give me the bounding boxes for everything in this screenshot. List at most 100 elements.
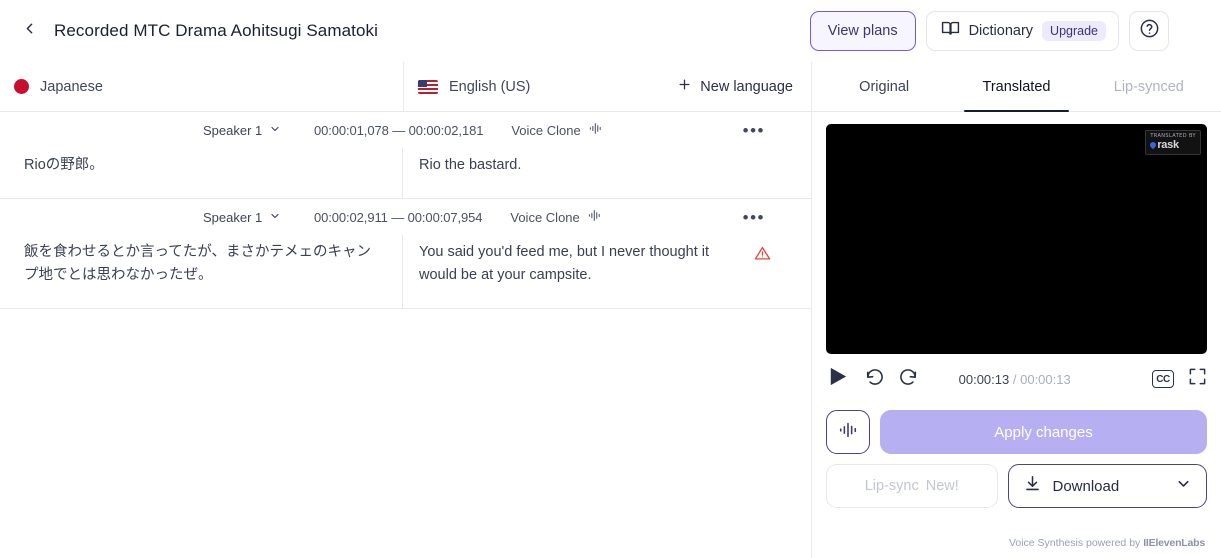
new-language-label: New language — [700, 78, 793, 95]
view-plans-label: View plans — [827, 23, 898, 39]
chevron-down-icon — [269, 123, 281, 138]
total-time: 00:00:13 — [1020, 371, 1071, 387]
forward-icon — [898, 367, 918, 392]
segment-target-text[interactable]: Rio the bastard. — [419, 154, 771, 176]
play-button[interactable] — [826, 364, 849, 394]
forward-button[interactable] — [898, 367, 918, 392]
download-icon — [1023, 474, 1042, 498]
segment-target-cell: Rio the bastard. — [403, 148, 811, 198]
voice-clone-button[interactable]: Voice Clone — [511, 122, 602, 138]
transcript-panel: Japanese English (US) New language Speak… — [0, 62, 812, 558]
source-language-selector[interactable]: Japanese — [0, 62, 403, 111]
time-divider: / — [1012, 371, 1017, 387]
speaker-label: Speaker 1 — [203, 209, 263, 225]
segment-source-text[interactable]: Rioの野郎。 — [0, 148, 403, 199]
segment-source-text[interactable]: 飯を食わせるとか言ってたが、まさかテメェのキャンプ地でとは思わなかったぜ。 — [0, 235, 403, 309]
app-body: Japanese English (US) New language Speak… — [0, 62, 1221, 558]
flag-japan-icon — [14, 79, 29, 94]
closed-captions-button[interactable]: CC — [1151, 370, 1174, 388]
apply-changes-button[interactable]: Apply changes — [880, 410, 1207, 454]
apply-changes-label: Apply changes — [994, 423, 1093, 441]
dictionary-label: Dictionary — [968, 23, 1034, 39]
segment-target-text[interactable]: You said you'd feed me, but I never thou… — [419, 241, 744, 286]
voice-clone-label: Voice Clone — [510, 209, 580, 225]
download-label: Download — [1052, 477, 1120, 495]
fullscreen-icon — [1188, 367, 1207, 391]
preview-actions: Apply changes Lip-sync New! Download — [812, 404, 1221, 508]
chevron-down-icon[interactable] — [1175, 475, 1192, 497]
player-controls: 00:00:13 / 00:00:13 CC — [812, 354, 1221, 404]
book-icon — [941, 19, 960, 43]
plus-icon — [677, 77, 692, 96]
app-root: Recorded MTC Drama Aohitsugi Samatoki Vi… — [0, 0, 1221, 558]
segment-meta: Speaker 1 00:00:01,078 — 00:00:02,181 Vo… — [0, 112, 811, 148]
watermark-brand-label: rask — [1157, 138, 1179, 151]
video-player: TRANSLATED BY rask — [812, 112, 1221, 354]
segment-more-button[interactable]: ••• — [743, 209, 797, 226]
powered-by-note: Voice Synthesis powered by IIElevenLabs — [812, 537, 1221, 558]
rask-logo-icon — [1149, 140, 1158, 150]
tab-original-label: Original — [859, 78, 910, 95]
tab-translated-label: Translated — [982, 78, 1051, 95]
preview-tabs: Original Translated Lip-synced — [812, 62, 1221, 112]
tab-lip-synced-label: Lip-synced — [1113, 78, 1184, 95]
waveform-icon — [588, 209, 602, 225]
playback-time: 00:00:13 / 00:00:13 — [959, 372, 1071, 387]
chevron-left-icon — [21, 20, 38, 42]
video-surface[interactable]: TRANSLATED BY rask — [826, 124, 1207, 354]
segment-timerange[interactable]: 00:00:02,911 — 00:00:07,954 — [314, 210, 482, 225]
voice-clone-button[interactable]: Voice Clone — [510, 209, 601, 225]
flag-us-icon — [418, 79, 438, 94]
source-language-label: Japanese — [40, 78, 103, 95]
segment-target-cell: You said you'd feed me, but I never thou… — [403, 235, 811, 308]
help-button[interactable] — [1129, 11, 1169, 51]
actions-row-secondary: Lip-sync New! Download — [826, 464, 1207, 508]
segment-more-button[interactable]: ••• — [743, 122, 797, 139]
view-plans-button[interactable]: View plans — [809, 11, 916, 51]
chevron-down-icon — [269, 210, 281, 225]
download-button[interactable]: Download — [1007, 464, 1207, 508]
target-language-selector[interactable]: English (US) New language — [403, 62, 811, 111]
waveform-icon — [589, 122, 603, 138]
lip-sync-label: Lip-sync — [864, 478, 919, 494]
voice-clone-label: Voice Clone — [511, 122, 581, 138]
segment-meta: Speaker 1 00:00:02,911 — 00:00:07,954 Vo… — [0, 199, 811, 235]
speaker-label: Speaker 1 — [203, 122, 263, 138]
powered-by-brand: IIElevenLabs — [1143, 537, 1205, 549]
segment-timerange[interactable]: 00:00:01,078 — 00:00:02,181 — [314, 123, 483, 138]
rask-watermark: TRANSLATED BY rask — [1145, 130, 1201, 155]
rewind-icon — [865, 367, 885, 392]
transcript-list[interactable]: Speaker 1 00:00:01,078 — 00:00:02,181 Vo… — [0, 112, 811, 558]
segment-body: 飯を食わせるとか言ってたが、まさかテメェのキャンプ地でとは思わなかったぜ。 Yo… — [0, 235, 811, 309]
play-icon — [826, 364, 849, 394]
segment-body: Rioの野郎。 Rio the bastard. — [0, 148, 811, 199]
header-actions: View plans Dictionary Upgrade — [809, 11, 1209, 51]
lip-sync-button[interactable]: Lip-sync New! — [826, 464, 998, 508]
current-time: 00:00:13 — [958, 371, 1010, 387]
page-title: Recorded MTC Drama Aohitsugi Samatoki — [54, 21, 378, 40]
back-button[interactable] — [14, 16, 44, 46]
closed-captions-icon: CC — [1151, 370, 1174, 388]
target-language-label: English (US) — [449, 78, 531, 95]
new-language-button[interactable]: New language — [677, 77, 793, 96]
app-header: Recorded MTC Drama Aohitsugi Samatoki Vi… — [0, 0, 1221, 62]
fullscreen-button[interactable] — [1188, 367, 1207, 391]
tab-lip-synced[interactable]: Lip-synced — [1083, 62, 1215, 111]
watermark-brand: rask — [1149, 138, 1196, 151]
waveform-icon — [838, 421, 858, 444]
dictionary-button[interactable]: Dictionary Upgrade — [925, 11, 1119, 51]
preview-panel: Original Translated Lip-synced TRANSLATE… — [812, 62, 1221, 558]
language-bar: Japanese English (US) New language — [0, 62, 811, 112]
warning-triangle-icon[interactable] — [754, 245, 771, 269]
upgrade-badge[interactable]: Upgrade — [1042, 20, 1106, 42]
lip-sync-new-badge: New! — [925, 478, 959, 494]
help-circle-icon — [1139, 18, 1160, 44]
actions-row-primary: Apply changes — [826, 410, 1207, 454]
rewind-button[interactable] — [865, 367, 885, 392]
tab-original[interactable]: Original — [818, 62, 950, 111]
transcript-segment: Speaker 1 00:00:02,911 — 00:00:07,954 Vo… — [0, 199, 811, 310]
transcript-segment: Speaker 1 00:00:01,078 — 00:00:02,181 Vo… — [0, 112, 811, 200]
tab-translated[interactable]: Translated — [950, 62, 1082, 112]
powered-by-prefix: Voice Synthesis powered by — [1008, 537, 1141, 549]
voice-settings-button[interactable] — [826, 410, 870, 454]
